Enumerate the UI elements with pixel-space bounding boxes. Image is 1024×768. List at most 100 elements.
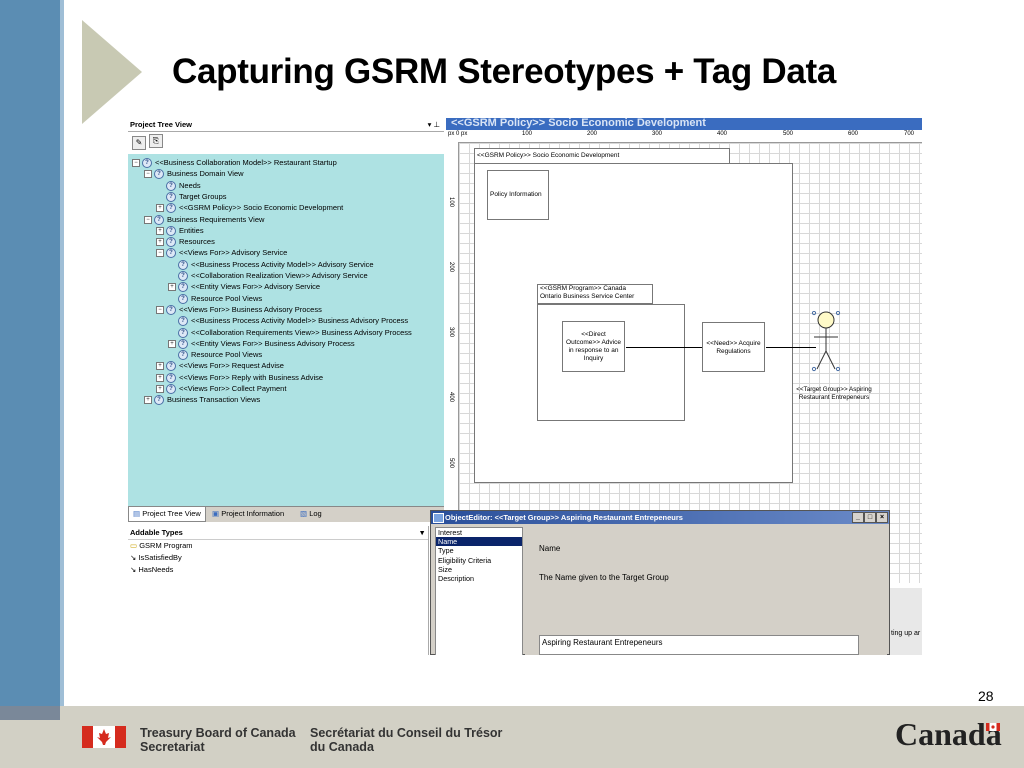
- tree-item[interactable]: ? Target Groups: [156, 191, 227, 202]
- addable-type-gsrm-program[interactable]: ▭ GSRM Program: [128, 540, 428, 552]
- expand-icon[interactable]: +: [168, 283, 176, 292]
- tab-project-tree-view[interactable]: ▤ Project Tree View: [128, 507, 206, 522]
- field-name-label: Name: [539, 544, 561, 553]
- tree-item[interactable]: −? Business Requirements View: [144, 214, 264, 225]
- object-editor-titlebar[interactable]: ObjectEditor: <<Target Group>> Aspiring …: [431, 511, 889, 524]
- gsrm-program-label[interactable]: <<GSRM Program>> Canada Ontario Business…: [537, 284, 653, 304]
- tree-item[interactable]: +? Entities: [156, 225, 204, 236]
- tree-item[interactable]: +? <<Views For>> Collect Payment: [156, 383, 286, 395]
- property-item[interactable]: Type: [436, 546, 522, 555]
- tree-item-label: <<Views For>> Business Advisory Process: [179, 304, 322, 314]
- tab-project-information[interactable]: ▣ Project Information: [208, 507, 288, 521]
- tree-item[interactable]: ? Needs: [156, 180, 201, 191]
- properties-icon[interactable]: ⎘: [149, 134, 163, 148]
- collapse-icon[interactable]: −: [156, 305, 164, 314]
- tree-item[interactable]: ? <<Collaboration Requirements View>> Bus…: [168, 327, 412, 338]
- expand-icon[interactable]: +: [144, 396, 152, 405]
- ruler-left: 100 200 300 400 500: [446, 142, 459, 512]
- relation-arrow-icon: ↘: [130, 565, 137, 574]
- collapse-icon[interactable]: −: [132, 159, 140, 168]
- expand-icon[interactable]: +: [168, 339, 176, 348]
- tree-item-label: Business Domain View: [167, 169, 244, 179]
- property-item[interactable]: Description: [436, 574, 522, 583]
- target-group-actor-icon[interactable]: [811, 310, 841, 373]
- dropdown-arrow-icon[interactable]: ▾: [420, 526, 424, 539]
- tree-item[interactable]: ? Resource Pool Views: [168, 349, 262, 361]
- property-item[interactable]: Name: [436, 537, 522, 547]
- expand-icon[interactable]: +: [156, 226, 164, 235]
- item-icon: ?: [178, 271, 188, 282]
- item-icon: ?: [178, 316, 188, 327]
- minimize-button[interactable]: _: [852, 512, 864, 523]
- tree-item[interactable]: −? Business Domain View: [144, 168, 244, 180]
- application-screenshot: Project Tree View ▾ ⊥ ✎ ⎘ −? <<Business Co…: [128, 118, 922, 655]
- diagram-title: <<GSRM Policy>> Socio Economic Developme…: [451, 118, 706, 129]
- tree-item[interactable]: ? <<Business Process Activity Model>> Bus…: [168, 315, 409, 327]
- association-line[interactable]: [766, 347, 816, 348]
- ruler-tick: 100: [448, 197, 454, 208]
- item-icon: ?: [166, 372, 176, 383]
- addable-type-issatisfiedby[interactable]: ↘ IsSatisfiedBy: [128, 552, 428, 564]
- tab-log[interactable]: ▧ Log: [296, 507, 326, 521]
- item-icon: ?: [178, 293, 188, 304]
- tree-item[interactable]: ? Resource Pool Views: [168, 293, 262, 304]
- tree-item[interactable]: +? Business Transaction Views: [144, 394, 260, 406]
- tree-item[interactable]: −? <<Business Collaboration Model>> Resta…: [132, 157, 337, 169]
- ruler-tick: 200: [587, 131, 598, 137]
- tree-item[interactable]: ? <<Business Process Activity Model>> Adv…: [168, 259, 374, 270]
- tree-item-label: <<Business Process Activity Model>> Busi…: [191, 316, 409, 326]
- close-button[interactable]: ×: [876, 512, 888, 523]
- property-item[interactable]: Eligibility Criteria: [436, 556, 522, 565]
- need-box[interactable]: <<Need>> Acquire Regulations: [702, 322, 765, 372]
- diagram-titlebar: <<GSRM Policy>> Socio Economic Developme…: [446, 118, 922, 130]
- page-number: 28: [978, 688, 994, 704]
- tree-item[interactable]: +? <<Views For>> Request Advise: [156, 360, 284, 372]
- tree-item[interactable]: ? <<Collaboration Realization View>> Advi…: [168, 270, 368, 282]
- item-icon: ?: [166, 203, 176, 214]
- property-item[interactable]: Size: [436, 565, 522, 574]
- association-line[interactable]: [626, 347, 702, 348]
- tree-item[interactable]: +? <<Entity Views For>> Business Advisory…: [168, 338, 355, 349]
- tree-item[interactable]: +? <<GSRM Policy>> Socio Economic Develop…: [156, 202, 344, 214]
- direct-outcome-box[interactable]: <<Direct Outcome>> Advice in response to…: [562, 321, 625, 372]
- tree-item[interactable]: −? <<Views For>> Business Advisory Proces…: [156, 304, 322, 315]
- tree-item-label: <<GSRM Policy>> Socio Economic Developme…: [179, 203, 344, 213]
- ruler-origin: px: [448, 131, 455, 137]
- property-item[interactable]: Interest: [436, 528, 522, 537]
- tree-item[interactable]: +? Resources: [156, 236, 215, 248]
- tree-item-label: Resources: [179, 237, 215, 247]
- tree-item-label: <<Views For>> Reply with Business Advise: [179, 372, 324, 382]
- expand-icon[interactable]: +: [156, 362, 164, 371]
- addable-type-hasneeds[interactable]: ↘ HasNeeds: [128, 564, 428, 576]
- info-tab-icon: ▣: [212, 509, 220, 518]
- ruler-tick: 300: [652, 131, 663, 137]
- tree-toolbar: ✎ ⎘: [128, 132, 444, 155]
- window-icon: [433, 513, 444, 523]
- log-tab-icon: ▧: [300, 509, 308, 518]
- property-list[interactable]: Interest Name Type Eligibility Criteria Size…: [435, 527, 523, 655]
- ruler-top: px 0 px 100 200 300 400 500 600 700: [446, 130, 922, 143]
- tree-item[interactable]: −? <<Views For>> Advisory Service: [156, 247, 287, 259]
- collapse-icon[interactable]: −: [156, 249, 164, 258]
- item-icon: ?: [166, 361, 176, 372]
- collapse-icon[interactable]: −: [144, 215, 152, 224]
- item-icon: ?: [166, 225, 176, 236]
- edit-icon[interactable]: ✎: [132, 136, 146, 150]
- ruler-tick: 600: [848, 131, 859, 137]
- pane-pin-icon[interactable]: ▾ ⊥: [428, 118, 440, 131]
- policy-information-box[interactable]: Policy Information: [487, 170, 549, 220]
- expand-icon[interactable]: +: [156, 385, 164, 394]
- item-icon: ?: [166, 304, 176, 315]
- field-value-input[interactable]: Aspiring Restaurant Entrepeneurs: [539, 635, 859, 655]
- policy-frame-label[interactable]: <<GSRM Policy>> Socio Economic Developme…: [474, 148, 730, 164]
- tree-item[interactable]: +? <<Views For>> Reply with Business Advi…: [156, 372, 323, 383]
- expand-icon[interactable]: +: [156, 204, 164, 213]
- tree-item[interactable]: +? <<Entity Views For>> Advisory Service: [168, 281, 320, 293]
- maximize-button[interactable]: □: [864, 512, 876, 523]
- collapse-icon[interactable]: −: [144, 170, 152, 179]
- expand-icon[interactable]: +: [156, 373, 164, 382]
- project-tree-title: Project Tree View: [130, 120, 192, 129]
- expand-icon[interactable]: +: [156, 238, 164, 247]
- left-accent-bar: [0, 0, 60, 706]
- ruler-tick: 500: [783, 131, 794, 137]
